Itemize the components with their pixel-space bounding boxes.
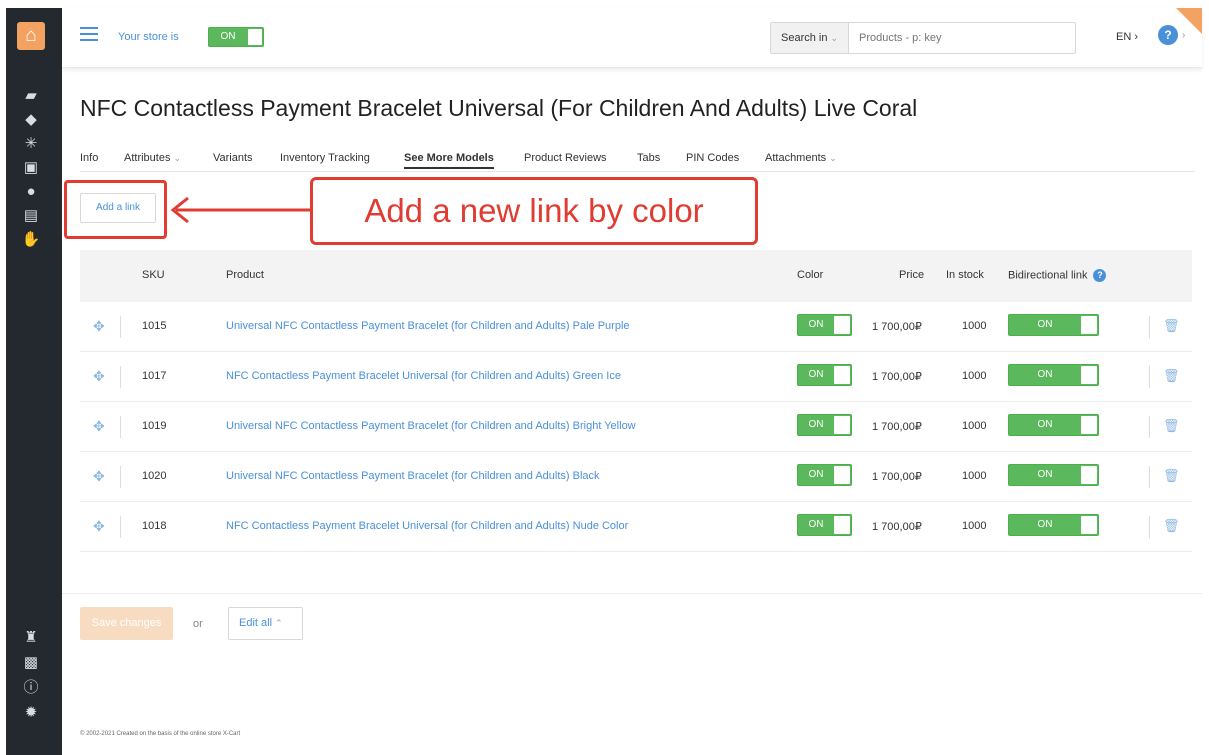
copyright-text: © 2002-2021 Created on the basis of the …: [80, 731, 241, 737]
row-stock: 1000: [962, 320, 987, 332]
column-header-stock: In stock: [946, 269, 984, 281]
column-header-product: Product: [226, 269, 264, 281]
page-title: NFC Contactless Payment Bracelet Univers…: [80, 95, 918, 121]
row-product-link[interactable]: NFC Contactless Payment Bracelet Univers…: [226, 520, 628, 532]
or-label: or: [193, 618, 203, 630]
row-product-link[interactable]: NFC Contactless Payment Bracelet Univers…: [226, 370, 621, 382]
search-input[interactable]: [859, 30, 1059, 46]
row-sku: 1015: [142, 320, 167, 332]
annotation-callout: Add a new link by color: [310, 177, 758, 245]
bidirectional-toggle[interactable]: ON: [1008, 314, 1099, 336]
handshake-icon[interactable]: ✋: [6, 232, 56, 248]
row-sku: 1017: [142, 370, 167, 382]
store-status-label: Your store is: [118, 31, 179, 43]
orders-icon[interactable]: ▰: [6, 88, 56, 104]
row-sku: 1019: [142, 420, 167, 432]
tag-icon[interactable]: ◆: [6, 112, 56, 128]
annotation-highlight: [64, 180, 167, 239]
trash-icon[interactable]: 🗑: [1163, 518, 1180, 534]
row-sku: 1018: [142, 520, 167, 532]
row-price: 1 700,00₽: [872, 371, 922, 383]
bidirectional-toggle[interactable]: ON: [1008, 364, 1099, 386]
table-row: ✥ 1019 Universal NFC Contactless Payment…: [80, 402, 1192, 452]
tab-see-more-models[interactable]: See More Models: [404, 152, 494, 169]
search-box: Search in ⌄: [770, 22, 1076, 54]
column-header-bidirectional: Bidirectional link?: [1008, 269, 1107, 282]
edit-all-dropdown[interactable]: Edit all ⌃: [228, 607, 303, 640]
tab-pin-codes[interactable]: PIN Codes: [686, 152, 739, 164]
tab-bar: Info Attributes ⌄ Variants Inventory Tra…: [80, 148, 1195, 172]
divider: [62, 593, 1202, 594]
tab-tabs[interactable]: Tabs: [637, 152, 660, 164]
column-header-color: Color: [797, 269, 824, 281]
search-in-dropdown[interactable]: Search in ⌄: [771, 23, 849, 53]
user-icon[interactable]: ?: [1158, 25, 1178, 45]
image-icon[interactable]: ▩: [6, 655, 56, 671]
table-row: ✥ 1020 Universal NFC Contactless Payment…: [80, 452, 1192, 502]
drag-handle-icon[interactable]: ✥: [93, 468, 105, 485]
row-price: 1 700,00₽: [872, 321, 922, 333]
row-stock: 1000: [962, 470, 987, 482]
column-header-sku: SKU: [142, 269, 165, 281]
trash-icon[interactable]: 🗑: [1163, 418, 1180, 434]
store-toggle-label: ON: [220, 31, 236, 42]
menu-icon[interactable]: [80, 27, 98, 41]
tab-inventory-tracking[interactable]: Inventory Tracking: [280, 152, 370, 164]
bidirectional-toggle[interactable]: ON: [1008, 514, 1099, 536]
users-icon[interactable]: ●: [6, 184, 56, 200]
drag-handle-icon[interactable]: ✥: [93, 518, 105, 535]
table-row: ✥ 1018 NFC Contactless Payment Bracelet …: [80, 502, 1192, 552]
color-toggle[interactable]: ON: [797, 464, 852, 486]
trash-icon[interactable]: 🗑: [1163, 468, 1180, 484]
newspaper-icon[interactable]: ▤: [6, 208, 56, 224]
gift-icon[interactable]: ▣: [6, 160, 56, 176]
bidirectional-toggle[interactable]: ON: [1008, 414, 1099, 436]
tab-attachments[interactable]: Attachments ⌄: [765, 152, 837, 164]
language-selector[interactable]: EN ›: [1116, 31, 1138, 43]
drag-handle-icon[interactable]: ✥: [93, 368, 105, 385]
store-logo-icon[interactable]: ⌂: [17, 22, 45, 50]
row-price: 1 700,00₽: [872, 471, 922, 483]
trash-icon[interactable]: 🗑: [1163, 368, 1180, 384]
save-changes-button[interactable]: Save changes: [80, 607, 173, 640]
tab-attributes[interactable]: Attributes ⌄: [124, 152, 181, 164]
store-status-toggle[interactable]: ON: [208, 27, 264, 47]
tab-info[interactable]: Info: [80, 152, 98, 164]
color-toggle[interactable]: ON: [797, 414, 852, 436]
row-product-link[interactable]: Universal NFC Contactless Payment Bracel…: [226, 470, 600, 482]
sun-icon[interactable]: ✳: [6, 136, 56, 152]
table-row: ✥ 1017 NFC Contactless Payment Bracelet …: [80, 352, 1192, 402]
row-price: 1 700,00₽: [872, 521, 922, 533]
top-bar: Your store is ON Search in ⌄ EN › ? ›: [62, 8, 1202, 68]
info-icon[interactable]: ⓘ: [6, 680, 56, 696]
tab-variants[interactable]: Variants: [213, 152, 253, 164]
table-row: ✥ 1015 Universal NFC Contactless Payment…: [80, 302, 1192, 352]
color-toggle[interactable]: ON: [797, 314, 852, 336]
row-product-link[interactable]: Universal NFC Contactless Payment Bracel…: [226, 420, 636, 432]
trash-icon[interactable]: 🗑: [1163, 318, 1180, 334]
question-icon[interactable]: ?: [1093, 269, 1107, 282]
row-stock: 1000: [962, 520, 987, 532]
tab-product-reviews[interactable]: Product Reviews: [524, 152, 607, 164]
linked-products-table: SKU Product Color Price In stock Bidirec…: [80, 250, 1192, 552]
sitemap-icon[interactable]: ♜: [6, 630, 56, 646]
bidirectional-toggle[interactable]: ON: [1008, 464, 1099, 486]
row-stock: 1000: [962, 420, 987, 432]
row-product-link[interactable]: Universal NFC Contactless Payment Bracel…: [226, 320, 630, 332]
sidebar: ⌂ ▰ ◆ ✳ ▣ ● ▤ ✋ ♜ ▩ ⓘ ✹: [6, 8, 62, 755]
annotation-arrow: [170, 196, 311, 224]
color-toggle[interactable]: ON: [797, 364, 852, 386]
notification-badge[interactable]: [1176, 8, 1202, 34]
column-header-price: Price: [899, 269, 925, 281]
row-sku: 1020: [142, 470, 167, 482]
table-header: SKU Product Color Price In stock Bidirec…: [80, 250, 1192, 302]
drag-handle-icon[interactable]: ✥: [93, 318, 105, 335]
gear-icon[interactable]: ✹: [6, 705, 56, 721]
row-price: 1 700,00₽: [872, 421, 922, 433]
row-stock: 1000: [962, 370, 987, 382]
color-toggle[interactable]: ON: [797, 514, 852, 536]
drag-handle-icon[interactable]: ✥: [93, 418, 105, 435]
